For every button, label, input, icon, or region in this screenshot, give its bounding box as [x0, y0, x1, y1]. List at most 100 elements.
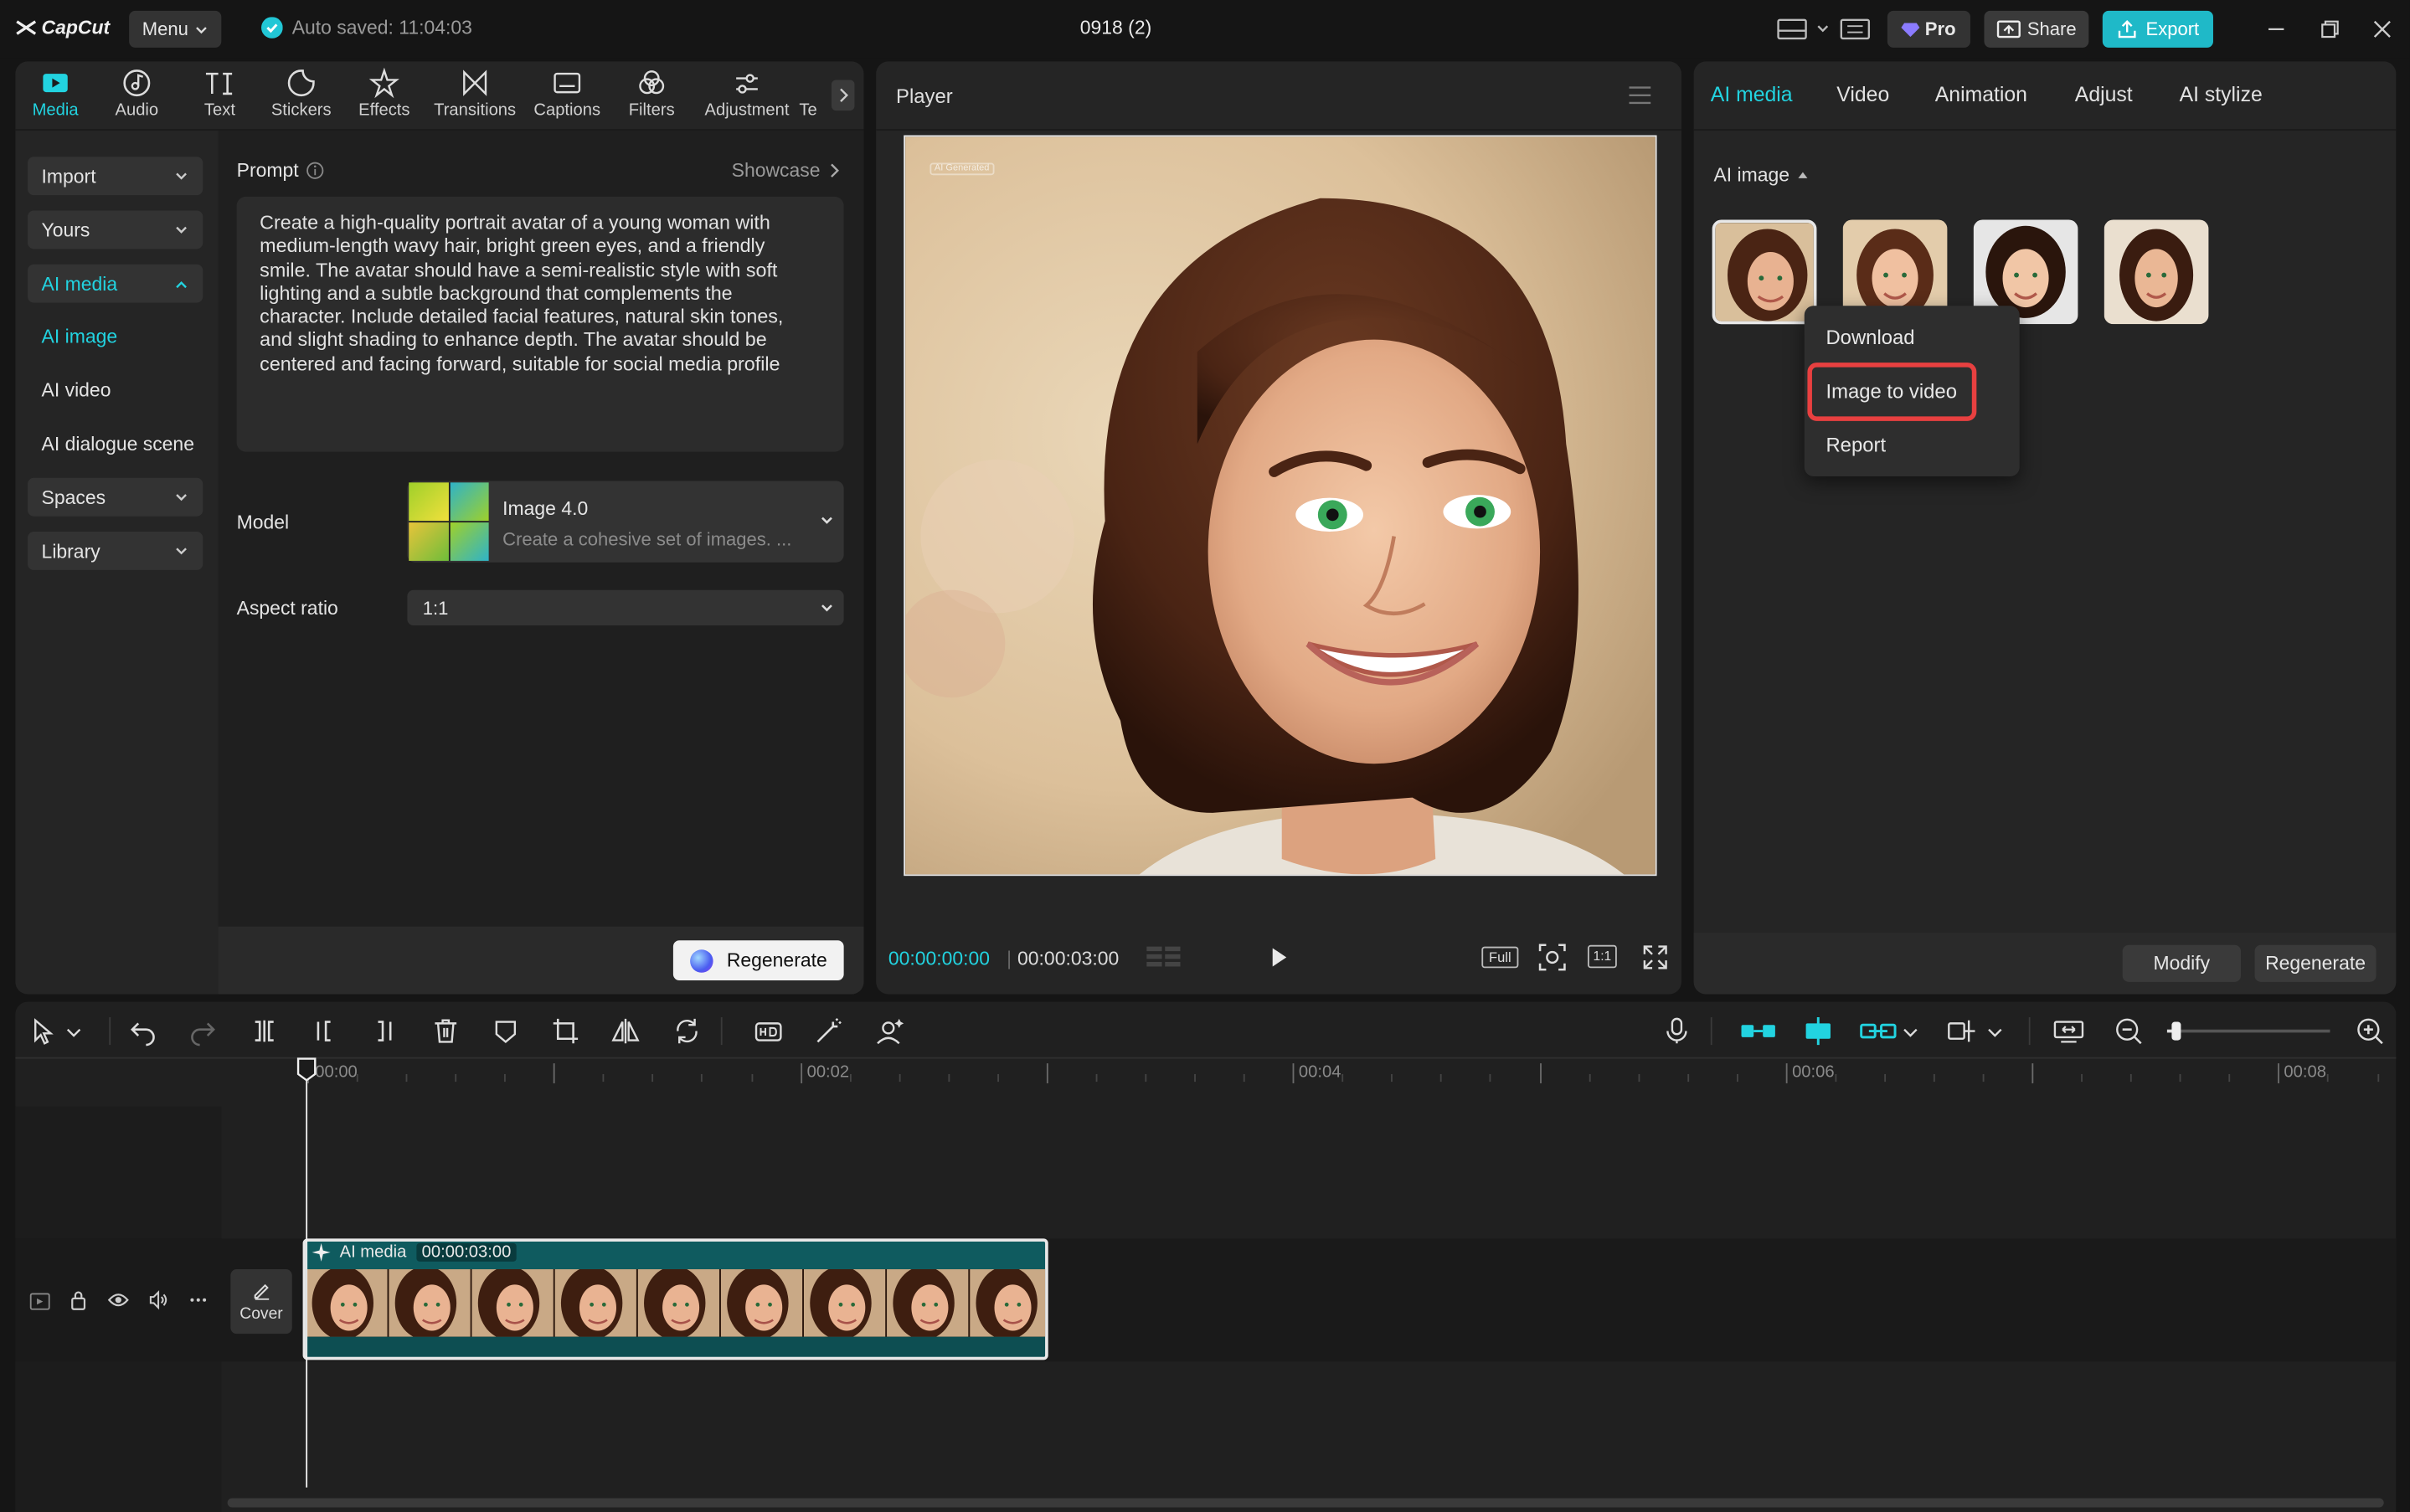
play-icon[interactable] [1266, 945, 1290, 969]
tab-captions[interactable]: Captions [526, 68, 609, 126]
linkage-icon[interactable] [1860, 1016, 1897, 1047]
speaker-icon[interactable] [147, 1289, 169, 1311]
library-dropdown[interactable]: Library [28, 532, 203, 570]
redo-icon[interactable] [188, 1016, 219, 1047]
mirror-icon[interactable] [610, 1016, 641, 1047]
ai-media-dropdown[interactable]: AI media [28, 264, 203, 303]
tab-transitions[interactable]: Transitions [432, 68, 518, 126]
sidebar-item-ai-dialogue-scene[interactable]: AI dialogue scene [42, 434, 194, 455]
tab-animation[interactable]: Animation [1935, 83, 2027, 106]
tab-text[interactable]: Text [178, 68, 261, 126]
ai-image-section-toggle[interactable]: AI image [1713, 164, 1810, 186]
zoom-fit-icon[interactable] [1537, 942, 1568, 973]
chevron-right-icon [839, 88, 848, 102]
model-label: Model [236, 512, 290, 533]
split-icon[interactable] [249, 1016, 280, 1047]
restore-icon[interactable] [2320, 18, 2341, 40]
prompt-label: Prompt [236, 159, 299, 182]
timeline-grid-icon[interactable] [1146, 945, 1181, 969]
magic-wand-icon[interactable] [813, 1016, 844, 1047]
tab-adjust[interactable]: Adjust [2075, 83, 2133, 106]
ai-media-clip[interactable]: AI media 00:00:03:00 [302, 1238, 1048, 1360]
microphone-icon[interactable] [1661, 1016, 1692, 1047]
menu-item-download[interactable]: Download [1826, 326, 1914, 349]
zoom-in-icon[interactable] [2355, 1016, 2386, 1047]
tab-adjustment[interactable]: Adjustment [699, 68, 795, 126]
zoom-slider-handle[interactable] [2172, 1021, 2182, 1041]
import-dropdown[interactable]: Import [28, 157, 203, 196]
modify-button[interactable]: Modify [2122, 944, 2242, 982]
tab-effects[interactable]: Effects [342, 67, 425, 126]
timeline-horizontal-scrollbar[interactable] [227, 1498, 2384, 1508]
ai-image-thumbnail-1[interactable] [1712, 219, 1817, 325]
info-icon[interactable] [306, 162, 325, 180]
time-separator: | [1007, 948, 1012, 970]
cover-button[interactable]: Cover [230, 1269, 292, 1335]
layout-icon[interactable] [1777, 18, 1808, 40]
menu-item-image-to-video[interactable]: Image to video [1826, 379, 1957, 403]
showcase-link[interactable]: Showcase [732, 160, 842, 182]
aspect-ratio-select[interactable]: 1:1 [407, 589, 844, 626]
playhead-handle[interactable] [296, 1057, 317, 1082]
library-label: Library [41, 540, 100, 562]
hd-icon[interactable] [753, 1016, 784, 1047]
fit-timeline-icon[interactable] [2052, 1016, 2085, 1047]
lock-icon[interactable] [68, 1289, 90, 1311]
split-right-icon[interactable] [368, 1016, 399, 1047]
regenerate-right-button[interactable]: Regenerate [2254, 944, 2377, 982]
share-button[interactable]: Share [1984, 10, 2089, 48]
tab-ai-stylize[interactable]: AI stylize [2180, 83, 2263, 106]
tab-ai-media[interactable]: AI media [1711, 83, 1793, 106]
auto-snap-icon[interactable] [1801, 1016, 1835, 1047]
tab-audio[interactable]: Audio [95, 68, 178, 126]
close-icon[interactable] [2371, 18, 2393, 40]
sidebar-item-ai-video[interactable]: AI video [42, 379, 111, 401]
sidebar-item-ai-image[interactable]: AI image [42, 326, 118, 347]
tab-filters[interactable]: Filters [610, 68, 693, 126]
eye-icon[interactable] [107, 1291, 129, 1309]
minimize-icon[interactable] [2265, 20, 2287, 39]
chevron-down-icon[interactable] [1985, 1016, 2004, 1047]
ai-avatar-icon[interactable] [874, 1016, 905, 1047]
undo-icon[interactable] [127, 1016, 158, 1047]
spaces-dropdown[interactable]: Spaces [28, 477, 203, 517]
model-select[interactable]: Image 4.0 Create a cohesive set of image… [407, 481, 844, 563]
fullscreen-icon[interactable] [1641, 944, 1669, 971]
yours-dropdown[interactable]: Yours [28, 210, 203, 249]
delete-icon[interactable] [430, 1016, 461, 1047]
preview-canvas[interactable]: AI Generated [904, 135, 1657, 877]
zoom-out-icon[interactable] [2114, 1016, 2145, 1047]
tab-template[interactable]: Te [799, 68, 830, 126]
tab-media[interactable]: Media [14, 68, 97, 126]
full-quality-button[interactable]: Full [1481, 946, 1519, 969]
tab-stickers[interactable]: Stickers [260, 68, 342, 126]
keyboard-icon[interactable] [1840, 18, 1871, 40]
more-options-icon[interactable] [188, 1291, 209, 1309]
aspect-ratio-button[interactable]: 1:1 [1587, 944, 1617, 969]
filmstrip-frame [637, 1269, 721, 1337]
split-left-icon[interactable] [309, 1016, 340, 1047]
crop-icon[interactable] [550, 1016, 581, 1047]
toolbar-scroll-right-button[interactable] [831, 80, 855, 111]
ruler-top-border [15, 1057, 2397, 1059]
tab-video[interactable]: Video [1836, 83, 1889, 106]
chevron-down-icon[interactable] [1815, 22, 1831, 37]
pro-button[interactable]: Pro [1887, 10, 1970, 48]
hamburger-menu-icon[interactable] [1628, 86, 1652, 105]
mark-icon[interactable] [490, 1016, 521, 1047]
chevron-down-icon[interactable] [1901, 1016, 1919, 1047]
preview-axis-icon[interactable] [1946, 1016, 1980, 1047]
menu-item-report[interactable]: Report [1826, 434, 1886, 457]
regenerate-button[interactable]: Regenerate [672, 940, 844, 980]
select-cursor-icon[interactable] [28, 1016, 59, 1047]
prompt-heading: Prompt [237, 160, 325, 182]
playhead-line[interactable] [306, 1060, 308, 1488]
export-button[interactable]: Export [2102, 10, 2213, 48]
export-label: Export [2145, 18, 2200, 40]
chevron-down-icon[interactable] [64, 1016, 83, 1047]
zoom-slider[interactable] [2166, 1021, 2330, 1041]
ai-image-thumbnail-4[interactable] [2104, 219, 2209, 325]
main-track-magnet-icon[interactable] [1740, 1016, 1777, 1047]
rotate-icon[interactable] [672, 1016, 703, 1047]
prompt-textarea[interactable]: Create a high-quality portrait avatar of… [236, 196, 844, 452]
